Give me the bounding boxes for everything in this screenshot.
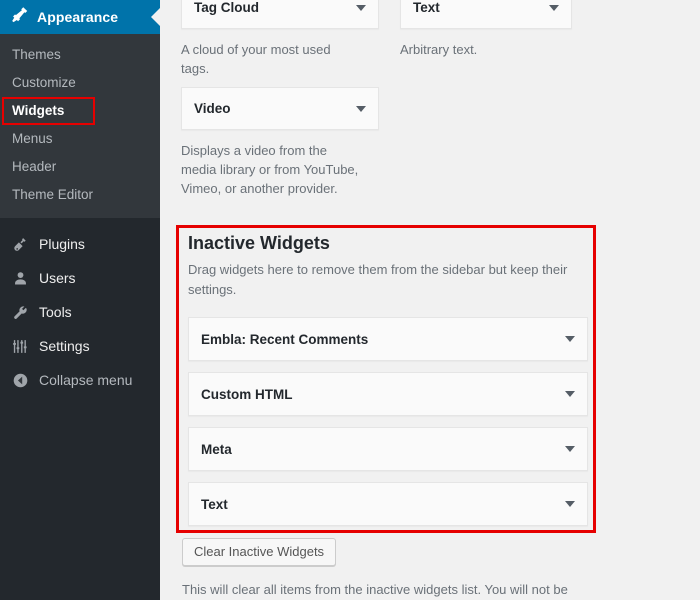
chevron-down-icon[interactable] (565, 501, 575, 507)
inactive-widgets-description: Drag widgets here to remove them from th… (188, 262, 568, 297)
sidebar-item-label: Appearance (37, 9, 119, 25)
sidebar-item-label: Tools (39, 304, 72, 320)
inactive-widget-custom-html[interactable]: Custom HTML (188, 372, 588, 416)
sliders-icon (10, 336, 30, 356)
user-icon (10, 268, 30, 288)
widget-title: Embla: Recent Comments (201, 331, 369, 347)
widget-title: Text (413, 0, 440, 15)
sidebar-divider (0, 218, 160, 227)
chevron-down-icon[interactable] (549, 4, 559, 11)
widget-title: Custom HTML (201, 386, 293, 402)
sidebar-item-settings[interactable]: Settings (0, 329, 160, 363)
sidebar-item-label: Settings (39, 338, 90, 354)
available-widget-text[interactable]: Text (400, 0, 572, 29)
inactive-widget-embla-recent-comments[interactable]: Embla: Recent Comments (188, 317, 588, 361)
appearance-brush-icon (11, 6, 28, 28)
inactive-widgets-highlight-box: Inactive Widgets Drag widgets here to re… (176, 225, 596, 533)
chevron-down-icon[interactable] (565, 336, 575, 342)
sidebar-item-label: Plugins (39, 236, 85, 252)
inactive-widgets-title: Inactive Widgets (188, 233, 330, 253)
sidebar-subitem-widgets[interactable]: Widgets (0, 97, 160, 125)
collapse-menu-button[interactable]: Collapse menu (0, 363, 160, 397)
collapse-menu-label: Collapse menu (39, 372, 133, 388)
widget-title: Meta (201, 441, 232, 457)
available-widget-tag-cloud[interactable]: Tag Cloud (181, 0, 379, 29)
sidebar-subitem-header[interactable]: Header (0, 153, 160, 181)
chevron-down-icon[interactable] (565, 446, 575, 452)
plugin-icon (10, 234, 30, 254)
admin-sidebar: Appearance Themes Customize Widgets Menu… (0, 0, 160, 600)
chevron-down-icon[interactable] (565, 391, 575, 397)
chevron-down-icon[interactable] (356, 105, 366, 112)
clear-inactive-widgets-button[interactable]: Clear Inactive Widgets (182, 538, 337, 566)
wrench-icon (10, 302, 30, 322)
widget-description: A cloud of your most used tags. (181, 42, 331, 76)
widget-title: Text (201, 496, 228, 512)
appearance-submenu: Themes Customize Widgets Menus Header Th… (0, 34, 160, 218)
sidebar-subitem-themes[interactable]: Themes (0, 41, 160, 69)
inactive-widgets-panel: Inactive Widgets Drag widgets here to re… (179, 228, 593, 530)
active-menu-arrow-icon (151, 8, 160, 26)
collapse-left-arrow-icon (10, 370, 30, 390)
inactive-widget-text[interactable]: Text (188, 482, 588, 526)
wordpress-widgets-admin-screen: Appearance Themes Customize Widgets Menu… (0, 0, 700, 600)
widget-description: Arbitrary text. (400, 42, 478, 57)
widget-title: Tag Cloud (194, 0, 259, 15)
inactive-widget-meta[interactable]: Meta (188, 427, 588, 471)
widget-description: Displays a video from the media library … (181, 143, 359, 196)
widget-title: Video (194, 101, 231, 116)
sidebar-subitem-menus[interactable]: Menus (0, 125, 160, 153)
sidebar-item-label: Users (39, 270, 76, 286)
chevron-down-icon[interactable] (356, 4, 366, 11)
clear-inactive-widgets-note: This will clear all items from the inact… (182, 582, 568, 597)
sidebar-item-tools[interactable]: Tools (0, 295, 160, 329)
sidebar-item-appearance[interactable]: Appearance (0, 0, 160, 34)
sidebar-subitem-customize[interactable]: Customize (0, 69, 160, 97)
sidebar-subitem-theme-editor[interactable]: Theme Editor (0, 181, 160, 209)
sidebar-item-users[interactable]: Users (0, 261, 160, 295)
available-widget-video[interactable]: Video (181, 87, 379, 130)
sidebar-item-plugins[interactable]: Plugins (0, 227, 160, 261)
